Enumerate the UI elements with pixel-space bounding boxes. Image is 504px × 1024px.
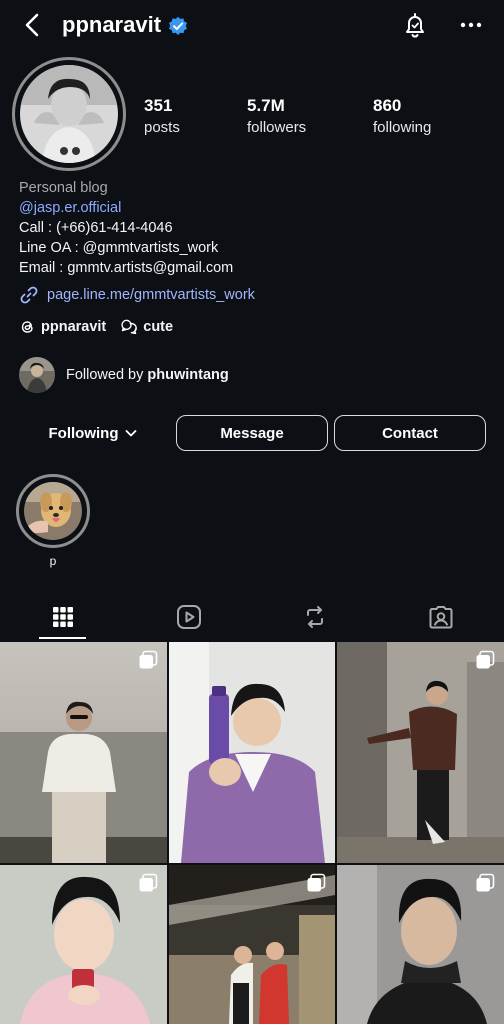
broadcast-channel-icon [121,319,138,335]
multi-post-icon [476,650,495,669]
chevron-left-icon [25,13,39,37]
grid-post-6[interactable] [337,865,504,1024]
contact-button[interactable]: Contact [334,415,486,451]
grid-post-5[interactable] [169,865,335,1024]
threads-icon [21,321,33,333]
mutual-follower-avatar [19,357,55,393]
profile-tags-row: ppnaravit cute [19,318,187,335]
followed-by-username: phuwintang [147,367,229,383]
active-tab-indicator [39,637,86,639]
followed-by-prefix: Followed by [66,367,148,383]
notifications-button[interactable] [400,10,430,40]
following-dropdown-button[interactable]: Following [19,415,169,451]
back-button[interactable] [18,10,48,40]
profile-tabs [0,594,504,640]
grid-post-3[interactable] [337,642,504,863]
posts-count: 351 [144,96,173,115]
multi-post-icon [307,873,326,892]
reels-icon [177,605,201,629]
bio-line-oa: Line OA : @gmmtvartists_work [19,240,219,256]
following-label: following [373,119,432,136]
verified-badge-icon [168,16,188,36]
posts-label: posts [144,119,180,136]
channel-badge[interactable]: cute [120,318,173,335]
bio-email: Email : gmmtv.artists@gmail.com [19,260,234,276]
following-stat[interactable]: 860 following [373,96,431,136]
grid-icon [53,607,73,627]
more-horizontal-icon [460,22,482,28]
bio-category: Personal blog [19,180,108,196]
more-options-button[interactable] [456,10,486,40]
channel-label: cute [143,318,174,335]
tab-posts-grid[interactable] [0,594,126,640]
story-highlight-label: p [49,554,57,568]
followed-by-row[interactable]: Followed by phuwintang [19,357,229,393]
following-button-label: Following [48,424,119,442]
message-button-label: Message [220,424,284,442]
tab-tagged[interactable] [378,594,504,640]
tab-reposts[interactable] [252,594,378,640]
story-highlight-cover[interactable] [24,482,82,540]
bio-mention-link[interactable]: @jasp.er.official [19,200,121,216]
posts-stat[interactable]: 351 posts [144,96,180,136]
grid-post-4[interactable] [0,865,167,1024]
contact-button-label: Contact [382,424,438,442]
message-button[interactable]: Message [176,415,328,451]
tab-reels[interactable] [126,594,252,640]
link-icon [20,286,38,304]
followers-stat[interactable]: 5.7M followers [247,96,306,136]
followers-count: 5.7M [247,96,285,115]
multi-post-icon [139,873,158,892]
profile-username: ppnaravit [62,12,162,37]
followers-label: followers [247,119,307,136]
multi-post-icon [476,873,495,892]
followed-by-text: Followed by phuwintang [66,367,229,383]
grid-post-1[interactable] [0,642,167,863]
profile-header: ppnaravit [0,0,504,54]
threads-handle: ppnaravit [41,318,107,335]
tagged-icon [429,606,453,629]
reposts-icon [307,606,323,628]
following-count: 860 [373,96,402,115]
threads-badge[interactable]: ppnaravit [19,318,106,335]
profile-avatar[interactable] [20,65,118,163]
bell-icon [406,13,424,38]
multi-post-icon [139,650,158,669]
bio-call: Call : (+66)61-414-4046 [19,220,173,236]
bio-link-text: page.line.me/gmmtvartists_work [47,287,255,303]
bio-external-link[interactable]: page.line.me/gmmtvartists_work [19,284,255,306]
grid-post-2[interactable] [169,642,335,863]
chevron-down-icon [126,430,137,437]
